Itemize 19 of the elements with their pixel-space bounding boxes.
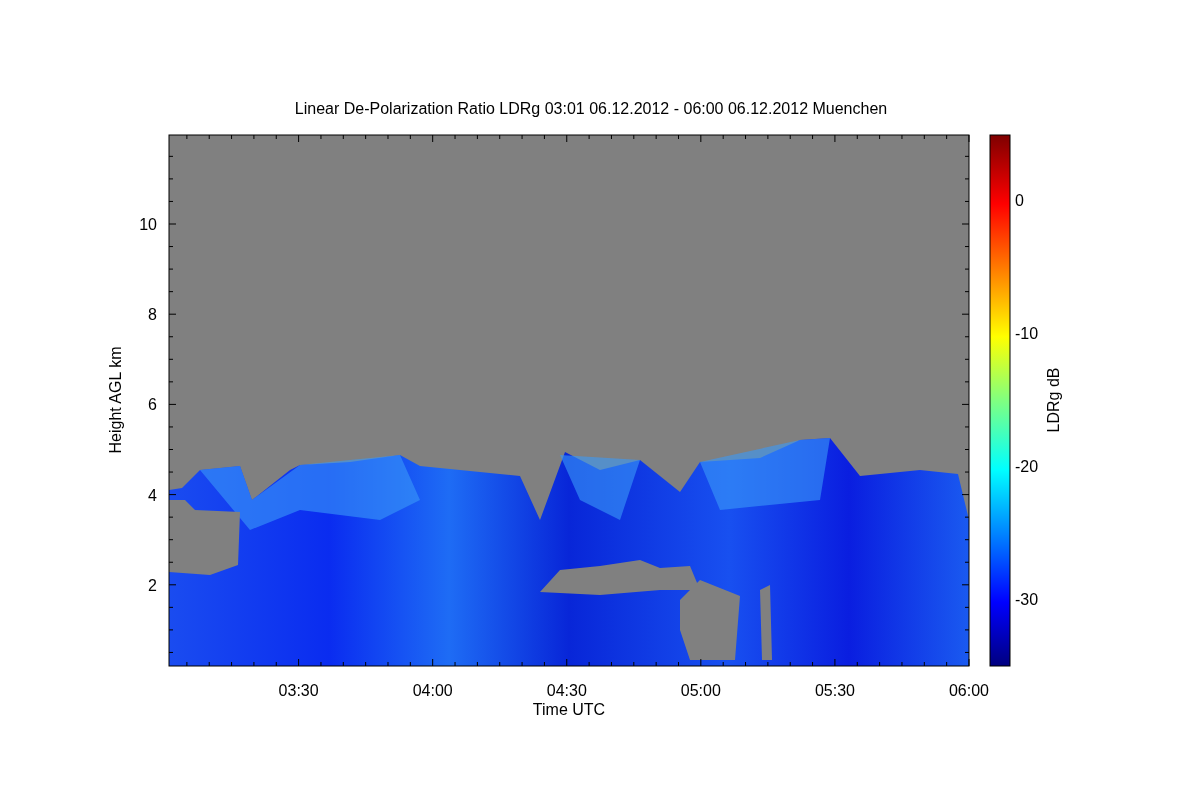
x-tick-label: 05:30 — [814, 682, 855, 699]
x-tick-label: 03:30 — [278, 682, 319, 699]
x-tick-label: 06:00 — [949, 682, 989, 699]
y-tick-label: 4 — [148, 486, 157, 504]
x-tick-label: 05:00 — [680, 682, 721, 699]
colorbar-tick-label: -20 — [1015, 458, 1039, 475]
colorbar-tick-label: 0 — [1015, 192, 1024, 209]
y-axis-label: Height AGL km — [107, 346, 124, 454]
colorbar-tick-label: -30 — [1015, 591, 1039, 608]
colorbar-tick-label: -10 — [1015, 325, 1039, 342]
x-tick-label: 04:00 — [412, 682, 453, 699]
y-tick-label: 8 — [148, 306, 157, 324]
y-tick-label: 10 — [139, 216, 157, 233]
colorbar-label: LDRg dB — [1045, 367, 1062, 433]
y-tick-label: 2 — [148, 576, 157, 594]
x-tick-label: 04:30 — [546, 682, 587, 699]
y-tick-label: 6 — [148, 396, 157, 414]
x-axis-label: Time UTC — [532, 701, 606, 718]
chart-title: Linear De-Polarization Ratio LDRg 03:01 06.12.2012 - 06:00 06.12.2012 Muenchen — [294, 100, 888, 117]
